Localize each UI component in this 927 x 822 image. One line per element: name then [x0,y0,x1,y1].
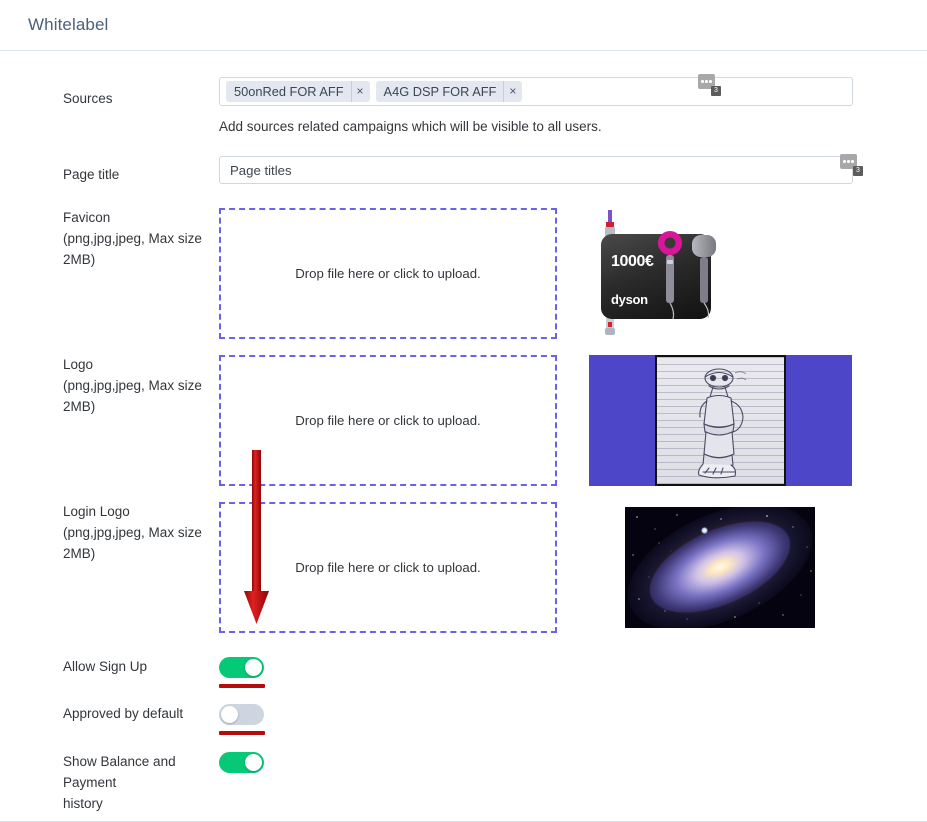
tag-remove-icon[interactable]: × [503,81,522,102]
form-row-logo: Logo (png,jpg,jpeg, Max size 2MB) Drop f… [0,354,927,486]
tag-remove-icon[interactable]: × [350,81,370,102]
toggle-knob [245,658,262,676]
form-row-page-title: Page title Page titles 3 [0,154,927,186]
show-balance-label-line2: history [63,795,103,811]
approved-by-default-label: Approved by default [63,705,184,721]
page-title: Whitelabel [28,15,109,34]
favicon-preview-image: 1000€ dyson [589,207,723,339]
logo-dropzone-text: Drop file here or click to upload. [295,412,481,428]
dot [709,80,712,83]
badge-count: 3 [711,86,721,96]
approved-by-default-field [219,703,927,735]
tag-chip[interactable]: A4G DSP FOR AFF × [375,81,523,102]
whitelabel-settings-page: Whitelabel Sources 50onRed FOR AFF × A4G… [0,0,927,822]
page-title-value: Page titles [230,162,292,178]
sources-tag-input[interactable]: 50onRed FOR AFF × A4G DSP FOR AFF × 3 [219,74,853,106]
favicon-hint: (png,jpg,jpeg, Max size 2MB) [63,230,202,267]
toggle-knob [221,705,238,723]
form-row-sources: Sources 50onRed FOR AFF × A4G DSP FOR AF… [0,74,927,134]
login-logo-dropzone-text: Drop file here or click to upload. [295,559,481,575]
show-balance-field [219,751,927,773]
login-logo-hint: (png,jpg,jpeg, Max size 2MB) [63,524,202,561]
page-title-label: Page title [63,167,120,182]
dyson-hairdryer-illustration-2 [692,234,716,319]
sketch-frame [655,354,786,486]
allow-sign-up-label: Allow Sign Up [63,658,148,674]
dot [705,80,708,83]
dyson-hairdryer-illustration [658,230,682,320]
dot [843,160,846,163]
annotation-underline [219,730,265,735]
sources-helper-text: Add sources related campaigns which will… [219,119,602,134]
show-balance-label: Show Balance and Payment history [0,752,219,815]
favicon-label: Favicon (png,jpg,jpeg, Max size 2MB) [0,208,219,271]
tag-label: 50onRed FOR AFF [234,84,344,99]
form-row-favicon: Favicon (png,jpg,jpeg, Max size 2MB) Dro… [0,207,927,339]
dyson-brand-text: dyson [611,291,648,307]
show-balance-toggle[interactable] [219,751,264,773]
logo-dropzone[interactable]: Drop file here or click to upload. [219,354,557,486]
form-row-show-balance: Show Balance and Payment history [0,751,927,815]
bright-star [701,526,708,534]
favicon-field: Drop file here or click to upload. 1000€… [219,207,927,339]
form-row-allow-sign-up: Allow Sign Up [0,656,927,688]
sources-label: Sources [63,91,113,106]
page-title-input[interactable]: Page titles 3 [219,154,863,184]
show-balance-label-line1: Show Balance and Payment [63,753,176,790]
favicon-label-text: Favicon [63,209,111,225]
allow-sign-up-field [219,656,927,688]
logo-field: Drop file here or click to upload. [219,354,927,486]
login-logo-label: Login Logo (png,jpg,jpeg, Max size 2MB) [0,502,219,565]
dot [701,80,704,83]
whitelabel-form: Sources 50onRed FOR AFF × A4G DSP FOR AF… [0,51,927,821]
logo-label: Logo (png,jpg,jpeg, Max size 2MB) [0,355,219,418]
logo-preview-image [589,354,852,486]
sketch-character-illustration [697,368,747,479]
approved-by-default-toggle[interactable] [219,703,264,725]
annotation-underline [219,683,265,688]
page-header: Whitelabel [0,0,927,51]
form-row-login-logo: Login Logo (png,jpg,jpeg, Max size 2MB) … [0,501,927,633]
form-row-approved-by-default: Approved by default [0,703,927,735]
more-options-icon[interactable]: 3 [698,74,721,96]
dyson-price-text: 1000€ [611,252,654,270]
dot [851,160,854,163]
tag-chip[interactable]: 50onRed FOR AFF × [226,81,370,102]
login-logo-label-text: Login Logo [63,503,130,519]
favicon-preview-wrap: 1000€ dyson [589,207,723,339]
sources-field: 50onRed FOR AFF × A4G DSP FOR AFF × 3 Ad… [219,74,927,134]
login-logo-dropzone[interactable]: Drop file here or click to upload. [219,501,557,633]
logo-preview-wrap [589,354,852,486]
page-title-field: Page titles 3 [219,154,927,184]
login-logo-preview-wrap [625,506,815,628]
logo-label-text: Logo [63,356,94,372]
favicon-dropzone[interactable]: Drop file here or click to upload. [219,207,557,339]
badge-count: 3 [853,166,863,176]
allow-sign-up-toggle[interactable] [219,656,264,678]
favicon-dropzone-text: Drop file here or click to upload. [295,265,481,281]
login-logo-field: Drop file here or click to upload. [219,501,927,633]
toggle-knob [245,753,262,771]
logo-hint: (png,jpg,jpeg, Max size 2MB) [63,377,202,414]
tag-label: A4G DSP FOR AFF [383,84,497,99]
more-options-icon[interactable]: 3 [840,154,863,176]
dot [847,160,850,163]
login-logo-preview-image [625,506,815,628]
